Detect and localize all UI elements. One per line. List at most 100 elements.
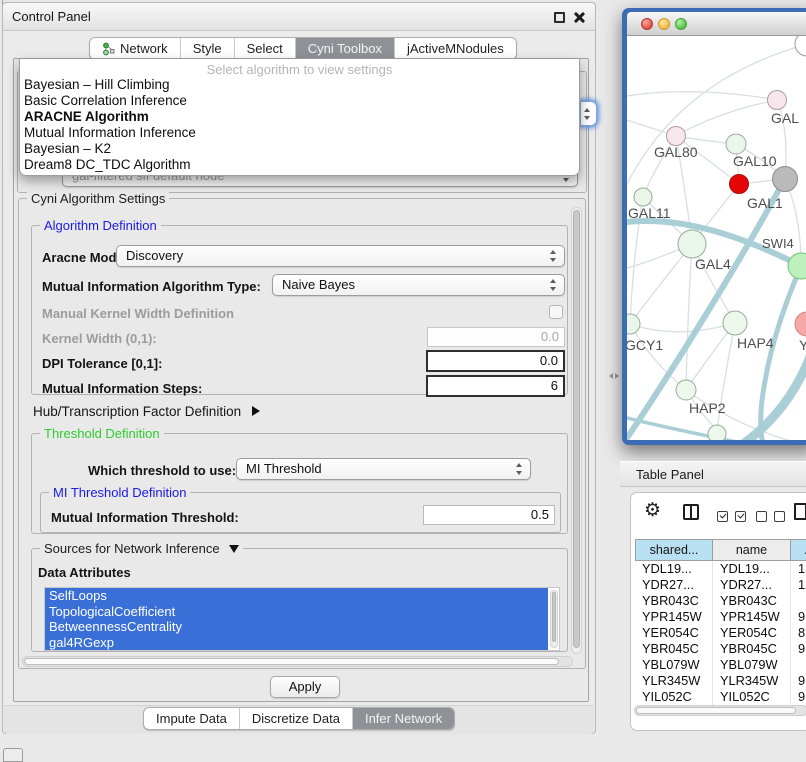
select-all-icon[interactable] [717, 509, 746, 527]
column-header-shared-name[interactable]: shared... [635, 539, 713, 561]
network-node[interactable] [708, 425, 726, 440]
table-hscrollbar[interactable] [634, 705, 806, 716]
attributes-vscrollbar[interactable] [550, 590, 558, 648]
hub-section-toggle[interactable]: Hub/Transcription Factor Definition [33, 403, 260, 421]
table-hscrollbar-thumb[interactable] [636, 707, 796, 714]
table-cell[interactable]: 9 [791, 689, 806, 705]
table-cell[interactable]: YPR145W [713, 609, 791, 625]
network-node-y[interactable] [795, 312, 806, 336]
network-node-gal10[interactable] [726, 134, 746, 154]
settings-hscrollbar[interactable] [22, 656, 573, 667]
network-node[interactable] [795, 36, 806, 56]
file-icon[interactable] [794, 503, 806, 520]
network-canvas[interactable]: GAL GAL80 GAL10 GAL1 GAL11 SWI4 GAL4 GCY… [627, 36, 806, 440]
algorithm-option[interactable]: Basic Correlation Inference [20, 93, 579, 109]
network-window-titlebar[interactable] [627, 12, 806, 36]
attribute-item[interactable]: gal4RGexp [45, 635, 548, 651]
close-icon[interactable] [573, 11, 586, 24]
zoom-light-icon[interactable] [675, 18, 687, 30]
table-cell[interactable]: 13 [791, 561, 806, 577]
table-cell[interactable]: 8. [791, 625, 806, 641]
algorithm-option[interactable]: Mutual Information Inference [20, 125, 579, 141]
table-cell[interactable]: YDL19... [713, 561, 791, 577]
tab-jactivemnodules[interactable]: jActiveMNodules [395, 38, 516, 59]
network-node-gal4[interactable] [678, 230, 706, 258]
columns-icon[interactable] [683, 504, 699, 520]
algorithm-option-selected[interactable]: ARACNE Algorithm [20, 109, 579, 125]
table-cell[interactable]: YDL19... [635, 561, 713, 577]
mi-type-combo[interactable]: Naive Bayes [272, 274, 565, 296]
sources-title[interactable]: Sources for Network Inference [40, 541, 243, 556]
which-threshold-combo[interactable]: MI Threshold [236, 458, 531, 480]
network-node-gcy1[interactable] [627, 314, 640, 334]
table-cell[interactable]: YPR145W [635, 609, 713, 625]
close-light-icon[interactable] [641, 18, 653, 30]
apply-button[interactable]: Apply [270, 676, 340, 698]
table-cell[interactable]: 9. [791, 641, 806, 657]
gear-icon[interactable]: ⚙ [644, 500, 661, 522]
tab-network[interactable]: Network [90, 38, 181, 59]
kernel-width-field[interactable]: 0.0 [427, 327, 565, 347]
settings-vscrollbar[interactable] [571, 207, 582, 654]
tab-label: Style [193, 38, 222, 59]
aracne-mode-combo[interactable]: Discovery [116, 245, 565, 267]
table-cell[interactable]: YER054C [713, 625, 791, 641]
algorithm-option[interactable]: Bayesian – K2 [20, 141, 579, 157]
table-cell[interactable] [791, 593, 806, 609]
tab-infer-network[interactable]: Infer Network [353, 708, 454, 729]
dock-mini-button[interactable] [3, 748, 23, 762]
network-node-gal1[interactable] [730, 175, 749, 194]
network-node[interactable] [773, 167, 798, 192]
network-node-hap2[interactable] [676, 380, 696, 400]
table-cell[interactable]: 12 [791, 577, 806, 593]
network-node-swi4[interactable] [788, 253, 806, 279]
network-node-hap4[interactable] [723, 311, 747, 335]
manual-kernel-checkbox[interactable] [549, 305, 563, 319]
table-cell[interactable]: YIL052C [635, 689, 713, 705]
tab-cyni-toolbox[interactable]: Cyni Toolbox [296, 38, 395, 59]
float-window-icon[interactable] [554, 12, 565, 23]
table-cell[interactable]: YIL052C [713, 689, 791, 705]
table-cell[interactable]: YBR045C [713, 641, 791, 657]
tab-discretize-data[interactable]: Discretize Data [240, 708, 353, 729]
mi-threshold-field[interactable]: 0.5 [423, 505, 555, 525]
table-cell[interactable]: YER054C [635, 625, 713, 641]
minimize-light-icon[interactable] [658, 18, 670, 30]
table-cell[interactable]: 9. [791, 673, 806, 689]
table-cell[interactable] [791, 657, 806, 673]
algorithm-option[interactable]: Dream8 DC_TDC Algorithm [20, 157, 579, 173]
splitter-handle[interactable] [609, 370, 619, 381]
table-cell[interactable]: YLR345W [635, 673, 713, 689]
attribute-item[interactable]: SelfLoops [45, 588, 548, 604]
settings-vscrollbar-thumb[interactable] [573, 210, 580, 648]
algorithm-option[interactable]: Bayesian – Hill Climbing [20, 77, 579, 93]
table-cell[interactable]: YBR043C [635, 593, 713, 609]
table-cell[interactable]: 9. [791, 609, 806, 625]
attributes-vscrollbar-thumb[interactable] [552, 592, 556, 642]
settings-hscrollbar-thumb[interactable] [24, 658, 559, 665]
attribute-item[interactable]: BetweennessCentrality [45, 619, 548, 635]
dpi-tolerance-field[interactable]: 0.0 [426, 350, 565, 372]
network-node-gal11[interactable] [634, 188, 652, 206]
which-threshold-label: Which threshold to use: [88, 463, 236, 478]
algorithm-combo-stepper-fragment[interactable] [580, 101, 597, 126]
table-cell[interactable]: YBL079W [635, 657, 713, 673]
table-cell[interactable]: YBR043C [713, 593, 791, 609]
column-header-name[interactable]: name [713, 539, 791, 561]
table-cell[interactable]: YDR27... [635, 577, 713, 593]
tab-select[interactable]: Select [235, 38, 296, 59]
mi-steps-field[interactable]: 6 [426, 375, 565, 397]
table-cell[interactable]: YBR045C [635, 641, 713, 657]
table-cell[interactable]: YLR345W [713, 673, 791, 689]
network-node-gal[interactable] [768, 91, 787, 110]
deselect-all-icon[interactable] [756, 509, 785, 527]
node-label: GAL4 [695, 256, 731, 272]
column-header[interactable]: A [791, 539, 806, 561]
table-body: YDL19... YDL19... 13 YDR27... YDR27... 1… [635, 561, 806, 705]
network-node-gal80[interactable] [667, 127, 686, 146]
table-cell[interactable]: YDR27... [713, 577, 791, 593]
attribute-item[interactable]: TopologicalCoefficient [45, 604, 548, 620]
tab-style[interactable]: Style [181, 38, 235, 59]
tab-impute-data[interactable]: Impute Data [144, 708, 240, 729]
table-cell[interactable]: YBL079W [713, 657, 791, 673]
